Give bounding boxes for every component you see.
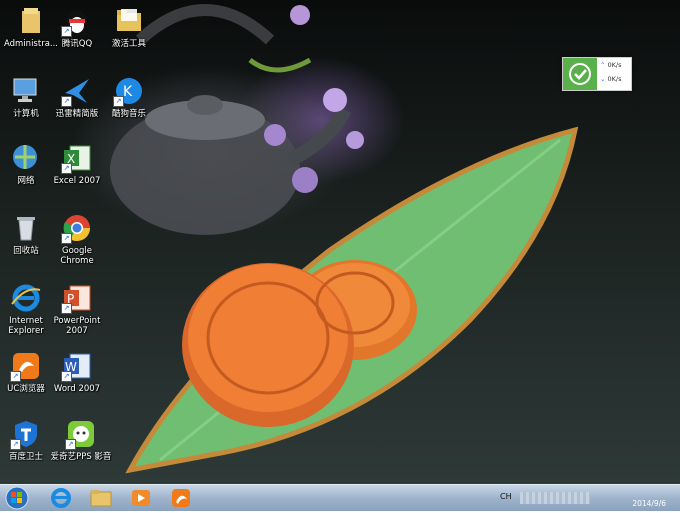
download-rate: ⌄ 0K/s [600, 75, 630, 83]
user-folder-icon [15, 5, 47, 37]
uc-browser-icon: ↗ [10, 350, 42, 382]
desktop-icon-word[interactable]: W ↗ Word 2007 [46, 350, 108, 394]
shortcut-arrow-icon: ↗ [61, 163, 72, 174]
excel-icon: X ↗ [61, 142, 93, 174]
desktop-icon-excel[interactable]: X ↗ Excel 2007 [46, 142, 108, 186]
folder-icon [113, 5, 145, 37]
icon-label: 激活工具 [111, 39, 146, 49]
desktop-icon-activation-tool[interactable]: 激活工具 [98, 5, 160, 49]
taskbar-uc-browser-button[interactable] [164, 486, 198, 510]
computer-icon [10, 75, 42, 107]
shortcut-arrow-icon: ↗ [61, 233, 72, 244]
download-rate-value: 0K/s [607, 75, 622, 83]
start-orb-icon [5, 486, 29, 510]
network-status-check-icon [563, 58, 597, 90]
qq-penguin-icon: ↗ [61, 5, 93, 37]
media-player-icon [132, 490, 150, 506]
shortcut-arrow-icon: ↗ [61, 371, 72, 382]
start-button[interactable] [0, 486, 34, 510]
up-arrow-icon: ⌃ [600, 61, 606, 69]
icon-label: 酷狗音乐 [111, 109, 146, 119]
ie-icon [51, 488, 71, 508]
shortcut-arrow-icon: ↗ [113, 96, 124, 107]
taskbar-media-player-button[interactable] [124, 486, 158, 510]
desktop-icon-kugou[interactable]: K ↗ 酷狗音乐 [98, 75, 160, 119]
shortcut-arrow-icon: ↗ [10, 439, 21, 450]
desktop-icon-powerpoint[interactable]: P ↗ PowerPoint 2007 [46, 282, 108, 336]
system-tray: CH 2014/9/6 [490, 485, 680, 511]
shortcut-arrow-icon: ↗ [61, 26, 72, 37]
svg-text:K: K [123, 84, 133, 100]
icon-label: 爱奇艺PPS 影音 [50, 452, 112, 462]
down-arrow-icon: ⌄ [600, 75, 606, 83]
clock-date[interactable]: 2014/9/6 [632, 499, 666, 508]
tray-icons-area[interactable] [520, 492, 590, 504]
ie-icon [10, 282, 42, 314]
icon-label: Google Chrome [60, 246, 94, 266]
icon-label: PowerPoint 2007 [53, 316, 101, 336]
icon-label: Excel 2007 [53, 176, 101, 186]
thunder-bird-icon: ↗ [61, 75, 93, 107]
upload-rate-value: 0K/s [607, 61, 622, 69]
input-language-indicator[interactable]: CH [500, 492, 512, 501]
taskbar-explorer-button[interactable] [84, 486, 118, 510]
uc-browser-icon [172, 489, 190, 507]
shortcut-arrow-icon: ↗ [65, 439, 76, 450]
network-globe-icon [10, 142, 42, 174]
icon-label: Word 2007 [53, 384, 101, 394]
baidu-guard-shield-icon: ↗ [10, 418, 42, 450]
taskbar-ie-button[interactable] [44, 486, 78, 510]
taskbar: CH 2014/9/6 [0, 484, 680, 511]
powerpoint-icon: P ↗ [61, 282, 93, 314]
desktop[interactable]: Administra... 计算机 网络 回收站 Internet Explor… [0, 0, 680, 484]
shortcut-arrow-icon: ↗ [10, 371, 21, 382]
network-speed-widget[interactable]: ⌃ 0K/s ⌄ 0K/s [562, 57, 632, 91]
shortcut-arrow-icon: ↗ [61, 96, 72, 107]
desktop-icon-chrome[interactable]: ↗ Google Chrome [46, 212, 108, 266]
desktop-icon-pps[interactable]: ↗ 爱奇艺PPS 影音 [48, 418, 114, 462]
word-icon: W ↗ [61, 350, 93, 382]
kugou-music-icon: K ↗ [113, 75, 145, 107]
recycle-bin-icon [10, 212, 42, 244]
upload-rate: ⌃ 0K/s [600, 61, 630, 69]
chrome-icon: ↗ [61, 212, 93, 244]
shortcut-arrow-icon: ↗ [61, 303, 72, 314]
explorer-folder-icon [90, 490, 112, 507]
pps-player-icon: ↗ [65, 418, 97, 450]
